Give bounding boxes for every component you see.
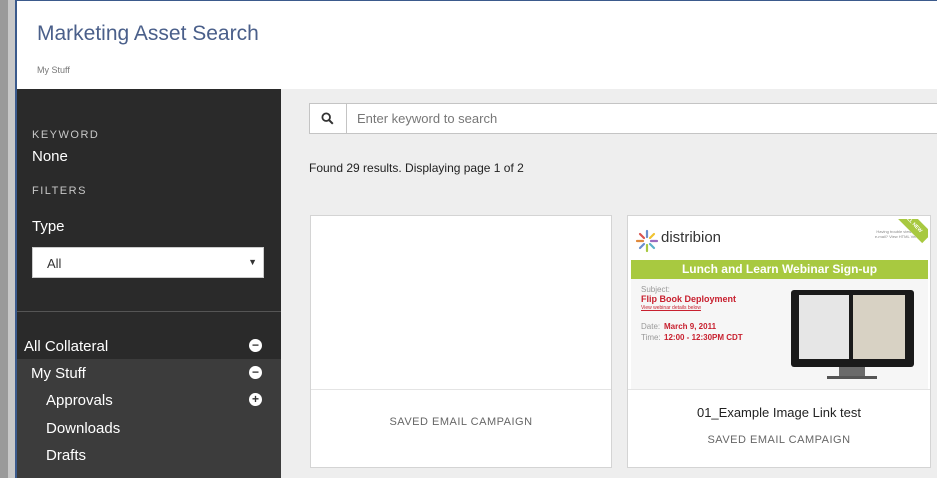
keyword-value: None — [32, 148, 68, 165]
nav-item-label: Downloads — [46, 420, 121, 437]
email-logo-text: distribion — [661, 229, 722, 246]
asset-thumbnail[interactable]: distribion Having trouble viewing this e… — [628, 216, 930, 390]
search-icon — [321, 112, 334, 125]
window-frame-left — [0, 0, 17, 478]
asset-type: SAVED EMAIL CAMPAIGN — [389, 416, 533, 428]
search-bar — [309, 103, 937, 134]
email-time: 12:00 - 12:30PM CDT — [664, 333, 743, 342]
main-content: Found 29 results. Displaying page 1 of 2… — [281, 89, 937, 478]
asset-thumbnail[interactable] — [311, 216, 611, 390]
email-time-label: Time: — [641, 333, 661, 342]
nav-item-label: Drafts — [46, 447, 87, 464]
email-subject: Flip Book Deployment — [641, 294, 737, 304]
keyword-label: KEYWORD — [32, 129, 100, 141]
type-select[interactable]: All ▼ — [32, 247, 264, 278]
breadcrumb[interactable]: My Stuff — [37, 65, 70, 75]
search-input[interactable] — [347, 104, 937, 133]
collapse-icon[interactable]: − — [249, 339, 262, 352]
expand-icon[interactable]: + — [249, 393, 262, 406]
monitor-image — [791, 290, 914, 367]
nav-item-approvals[interactable]: Approvals + — [17, 386, 281, 413]
results-summary: Found 29 results. Displaying page 1 of 2 — [309, 161, 524, 175]
nav-item-all-collateral[interactable]: All Collateral − — [17, 332, 281, 359]
page-header: Marketing Asset Search My Stuff — [17, 0, 937, 90]
type-filter-label: Type — [32, 218, 65, 235]
type-select-value: All — [47, 256, 62, 271]
asset-card[interactable]: SAVED EMAIL CAMPAIGN — [310, 215, 612, 468]
page-title: Marketing Asset Search — [37, 22, 259, 45]
asset-type: SAVED EMAIL CAMPAIGN — [707, 434, 851, 446]
nav-item-downloads[interactable]: Downloads — [17, 414, 281, 441]
nav-item-my-stuff[interactable]: My Stuff − — [17, 359, 281, 386]
nav-item-label: My Stuff — [31, 365, 86, 382]
email-preview: distribion Having trouble viewing this e… — [631, 219, 928, 389]
distribion-logo-icon — [635, 229, 659, 253]
sidebar: KEYWORD None FILTERS Type All ▼ All Coll… — [17, 89, 281, 478]
email-details-link: View webinar details below — [641, 305, 701, 311]
nav-item-label: All Collateral — [24, 338, 109, 355]
sidebar-divider — [17, 311, 281, 312]
filters-label: FILTERS — [32, 185, 87, 197]
nav-item-label: Approvals — [46, 392, 113, 409]
collapse-icon[interactable]: − — [249, 366, 262, 379]
email-subject-label: Subject: — [641, 285, 670, 294]
email-date-label: Date: — [641, 322, 661, 331]
nav-subtree: My Stuff − Approvals + Downloads Drafts — [17, 359, 281, 478]
asset-name[interactable]: 01_Example Image Link test — [628, 405, 930, 420]
nav-item-drafts[interactable]: Drafts — [17, 441, 281, 468]
email-date: March 9, 2011 — [664, 322, 717, 331]
chevron-down-icon: ▼ — [248, 257, 257, 267]
email-banner: Lunch and Learn Webinar Sign-up — [631, 260, 928, 279]
search-button[interactable] — [310, 104, 347, 133]
asset-card[interactable]: distribion Having trouble viewing this e… — [627, 215, 931, 468]
email-body: Subject: Flip Book Deployment View webin… — [631, 279, 928, 389]
